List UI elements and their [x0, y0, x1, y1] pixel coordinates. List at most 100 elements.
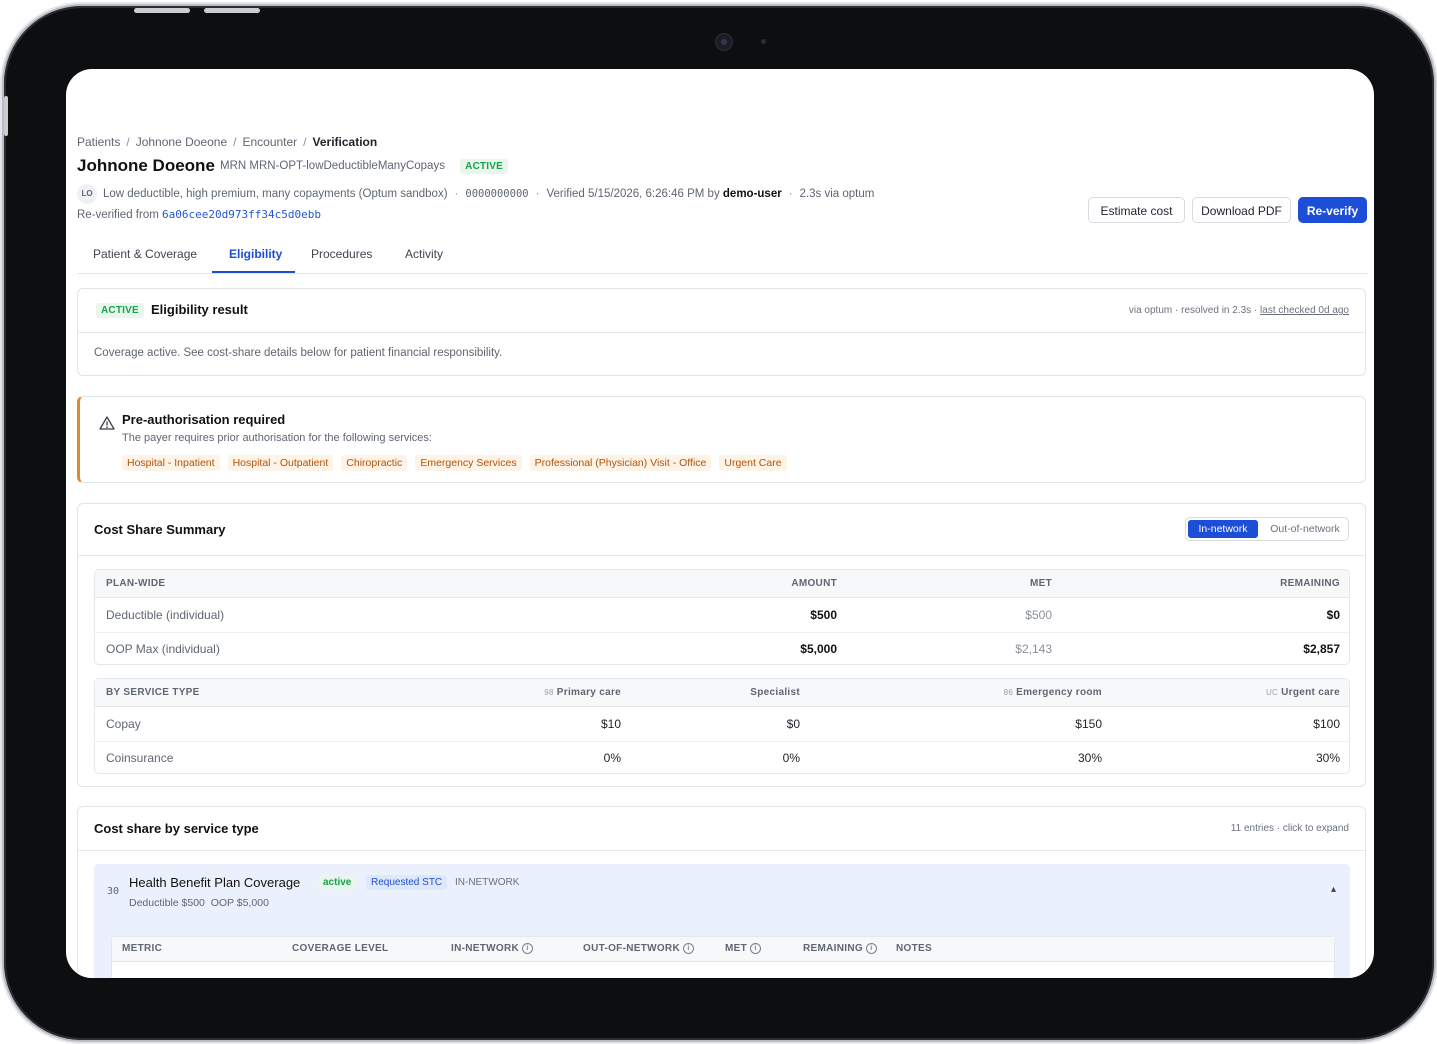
eligibility-body: Coverage active. See cost-share details …: [94, 347, 503, 359]
metric-table: METRIC COVERAGE LEVEL IN-NETWORK i OUT-OF…: [111, 936, 1335, 978]
column-header: COVERAGE LEVEL: [292, 943, 389, 954]
preauth-tag: Professional (Physician) Visit - Office: [529, 455, 712, 471]
tab-activity[interactable]: Activity: [405, 247, 443, 261]
cost-share-card: Cost Share Summary In-network Out-of-net…: [77, 503, 1366, 787]
out-of-network-toggle[interactable]: Out-of-network: [1262, 520, 1348, 538]
met-cell: $2,143: [1015, 642, 1052, 656]
mrn-row: MRN MRN-OPT-lowDeductibleManyCopays ACTI…: [220, 159, 509, 174]
reverified-link[interactable]: 6a06cee20d973ff34c5d0ebb: [162, 208, 321, 221]
table-row: Copay $10 $0 $150 $100: [95, 707, 1349, 742]
service-name: Urgent care: [1281, 687, 1340, 698]
info-icon[interactable]: i: [750, 942, 762, 954]
service-code: UC: [1265, 688, 1279, 697]
value-cell: 0%: [782, 751, 800, 765]
value-cell: 0%: [603, 751, 621, 765]
verified-text: Verified 5/15/2026, 6:26:46 PM by: [546, 188, 720, 201]
table-header-bg: [95, 679, 1349, 707]
reverified-label: Re-verified from: [77, 209, 159, 221]
active-tab-indicator: [212, 271, 295, 273]
chevron-up-icon[interactable]: ▴: [1331, 884, 1336, 895]
row-label: Coinsurance: [106, 751, 174, 765]
estimate-cost-button[interactable]: Estimate cost: [1088, 197, 1185, 223]
table-row: Coinsurance 0% 0% 30% 30%: [95, 741, 1349, 775]
info-icon[interactable]: i: [522, 942, 533, 954]
amount-cell: $5,000: [800, 642, 837, 656]
met-cell: $500: [1025, 608, 1052, 622]
service-name: Emergency room: [1016, 687, 1102, 698]
front-camera: [715, 33, 733, 51]
column-header: METRIC: [122, 943, 163, 954]
service-status-badge: active: [318, 875, 357, 890]
member-id: 0000000000: [465, 188, 529, 201]
service-code: 98: [544, 688, 554, 697]
tab-eligibility[interactable]: Eligibility: [229, 247, 282, 261]
in-network-toggle[interactable]: In-network: [1188, 520, 1258, 538]
column-header: AMOUNT: [791, 578, 837, 589]
row-label: Deductible (individual): [106, 608, 225, 622]
download-pdf-button[interactable]: Download PDF: [1192, 197, 1291, 223]
column-header: BY SERVICE TYPE: [106, 687, 200, 698]
table-header-bg: [95, 570, 1349, 598]
breadcrumb-patient[interactable]: Johnone Doeone: [136, 135, 227, 149]
tab-patient-coverage[interactable]: Patient & Coverage: [93, 247, 197, 261]
remaining-cell: $0: [1326, 608, 1340, 622]
avatar: LO: [77, 184, 97, 204]
verified-by: demo-user: [722, 188, 782, 201]
service-type-header: Cost share by service type 11 entries · …: [78, 807, 1365, 851]
plan-description: Low deductible, high premium, many copay…: [103, 188, 448, 201]
column-header: MET i: [725, 937, 762, 961]
row-label: OOP Max (individual): [106, 642, 220, 656]
service-type-card: Cost share by service type 11 entries · …: [77, 806, 1366, 978]
column-label: OUT-OF-NETWORK: [583, 943, 680, 954]
volume-down-button: [204, 8, 260, 13]
preauth-body: The payer requires prior authorisation f…: [122, 432, 432, 444]
breadcrumb-encounter[interactable]: Encounter: [242, 135, 297, 149]
eligibility-title: Eligibility result: [151, 302, 248, 317]
service-row-expanded[interactable]: 30 Health Benefit Plan Coverage active R…: [94, 864, 1350, 922]
service-subtitle: Deductible $500 OOP $5,000: [129, 897, 269, 909]
service-type-title: Cost share by service type: [94, 821, 259, 836]
preauth-title: Pre-authorisation required: [122, 412, 286, 427]
service-name: Specialist: [750, 687, 800, 698]
side-button: [4, 96, 8, 136]
tab-procedures[interactable]: Procedures: [311, 247, 372, 261]
ambient-sensor: [761, 39, 766, 44]
remaining-cell: $2,857: [1303, 642, 1340, 656]
row-label: Copay: [106, 717, 141, 731]
value-cell: $150: [1075, 717, 1102, 731]
info-icon[interactable]: i: [682, 942, 694, 954]
cost-share-title: Cost Share Summary: [94, 522, 226, 537]
preauth-tag: Chiropractic: [341, 455, 408, 471]
breadcrumb-patients[interactable]: Patients: [77, 135, 120, 149]
amount-cell: $500: [810, 608, 837, 622]
mrn-text: MRN MRN-OPT-lowDeductibleManyCopays: [220, 160, 445, 172]
table-row: Deductible (individual) $500 $500 $0: [95, 598, 1349, 633]
network-label: IN-NETWORK: [455, 877, 520, 888]
service-detail-panel: METRIC COVERAGE LEVEL IN-NETWORK i OUT-OF…: [94, 922, 1350, 978]
column-header: PLAN-WIDE: [106, 578, 166, 589]
requested-stc-badge: Requested STC: [366, 875, 448, 890]
entries-meta: 11 entries · click to expand: [1230, 823, 1349, 834]
value-cell: 30%: [1315, 751, 1340, 765]
preauth-tag: Hospital - Outpatient: [227, 455, 334, 471]
info-icon[interactable]: i: [865, 942, 877, 954]
value-cell: $10: [600, 717, 621, 731]
page-title: Johnone Doeone: [77, 156, 215, 175]
breadcrumb-current: Verification: [312, 135, 378, 149]
preauth-tag: Hospital - Inpatient: [122, 455, 220, 471]
reverify-button[interactable]: Re-verify: [1298, 197, 1367, 223]
service-name: Health Benefit Plan Coverage: [129, 875, 301, 890]
preauth-tag: Urgent Care: [719, 455, 787, 471]
eligibility-card: ACTIVE Eligibility result via optum · re…: [77, 288, 1366, 376]
column-header: UC Urgent care: [1266, 679, 1340, 706]
breadcrumb: Patients / Johnone Doeone / Encounter / Verifi…: [77, 135, 378, 149]
column-header: NOTES: [896, 943, 932, 954]
warning-icon: [99, 416, 115, 430]
last-checked-link[interactable]: last checked 0d ago: [1260, 305, 1349, 316]
preauth-tags: Hospital - Inpatient Hospital - Outpatien…: [122, 453, 795, 471]
cost-share-header: Cost Share Summary In-network Out-of-net…: [78, 504, 1365, 556]
column-label: REMAINING: [803, 943, 863, 954]
value-cell: 30%: [1077, 751, 1102, 765]
verification-meta: LO Low deductible, high premium, many cop…: [77, 184, 874, 204]
preauth-tag: Emergency Services: [415, 455, 522, 471]
